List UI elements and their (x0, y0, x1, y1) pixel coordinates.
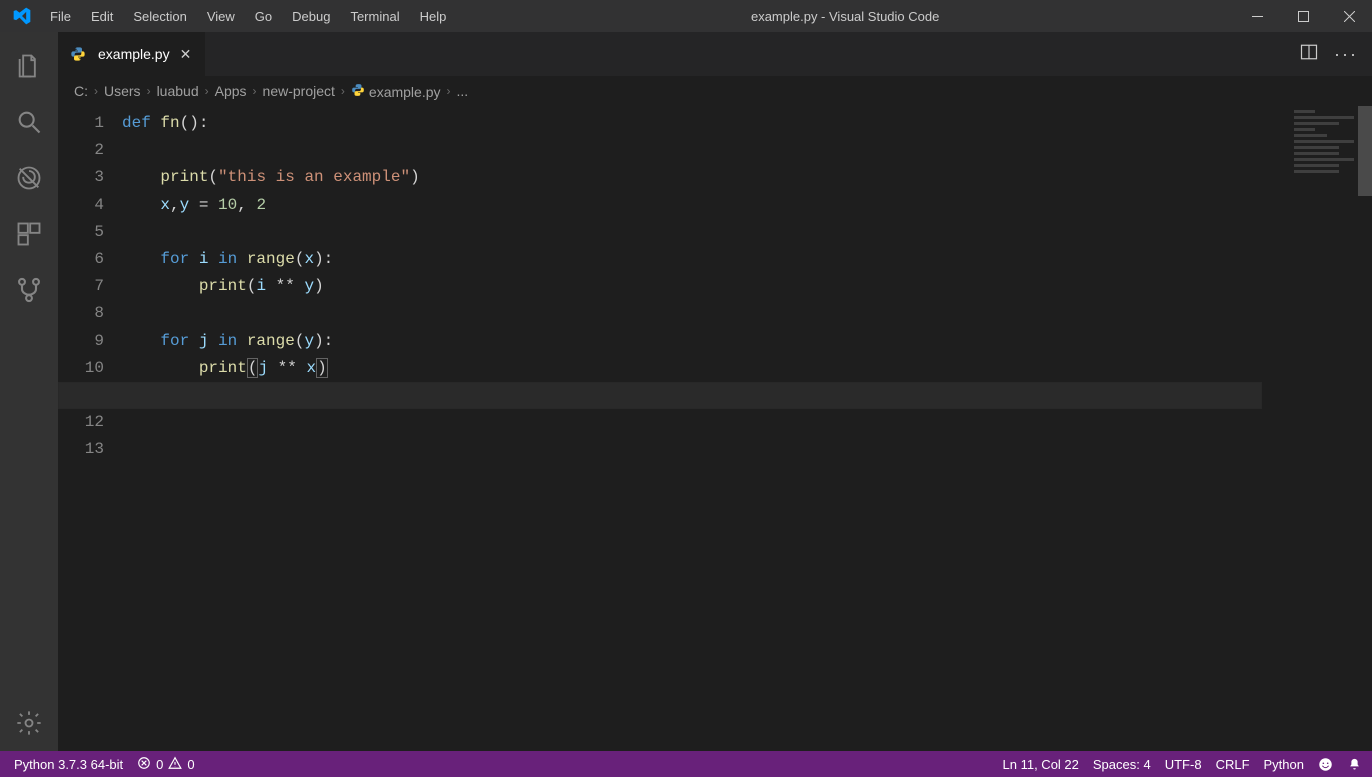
activity-bar (0, 32, 58, 751)
status-problems[interactable]: 0 0 (137, 756, 194, 773)
code-line[interactable]: for i in range(x): (122, 246, 1372, 273)
tab-close-icon[interactable]: ✕ (178, 46, 194, 63)
chevron-right-icon: › (205, 84, 209, 98)
menu-view[interactable]: View (197, 3, 245, 30)
breadcrumb-item[interactable]: ... (457, 83, 469, 99)
close-button[interactable] (1326, 0, 1372, 32)
breadcrumb-item[interactable]: example.py (351, 83, 441, 100)
menu-go[interactable]: Go (245, 3, 282, 30)
source-control-icon[interactable] (0, 262, 58, 318)
chevron-right-icon: › (94, 84, 98, 98)
code-line[interactable] (122, 219, 1372, 246)
line-number: 9 (58, 328, 104, 355)
minimap[interactable] (1294, 110, 1354, 240)
main: example.py ✕ ··· C: › Users › luabud › Apps › ne… (0, 32, 1372, 751)
warning-icon (168, 756, 182, 773)
scrollbar-thumb[interactable] (1358, 106, 1372, 196)
status-python-env[interactable]: Python 3.7.3 64-bit (14, 757, 123, 772)
line-number: 5 (58, 219, 104, 246)
menu-debug[interactable]: Debug (282, 3, 340, 30)
breadcrumbs[interactable]: C: › Users › luabud › Apps › new-project › example… (58, 76, 1372, 106)
breadcrumb-item[interactable]: Users (104, 83, 141, 99)
line-number: 7 (58, 273, 104, 300)
python-file-icon (70, 46, 86, 62)
line-number: 12 (58, 409, 104, 436)
code-line[interactable]: print("this is an example") (122, 164, 1372, 191)
debug-disabled-icon[interactable] (0, 150, 58, 206)
status-encoding[interactable]: UTF-8 (1165, 757, 1202, 772)
breadcrumb-item[interactable]: luabud (157, 83, 199, 99)
status-language[interactable]: Python (1264, 757, 1304, 772)
menu-help[interactable]: Help (410, 3, 457, 30)
window-controls (1234, 0, 1372, 32)
warning-count: 0 (187, 757, 194, 772)
menu-selection[interactable]: Selection (123, 3, 196, 30)
statusbar: Python 3.7.3 64-bit 0 0 Ln 11, Col 22 Sp… (0, 751, 1372, 777)
chevron-right-icon: › (447, 84, 451, 98)
code-line[interactable] (122, 137, 1372, 164)
code-content[interactable]: def fn(): print("this is an example") x,… (122, 106, 1372, 751)
search-icon[interactable] (0, 94, 58, 150)
error-icon (137, 756, 151, 773)
extensions-icon[interactable] (0, 206, 58, 262)
split-editor-icon[interactable] (1300, 43, 1318, 66)
status-bell-icon[interactable] (1347, 757, 1362, 772)
line-number: 2 (58, 137, 104, 164)
line-number: 11 (58, 382, 104, 409)
code-editor[interactable]: 12345678910111213 def fn(): print("this … (58, 106, 1372, 751)
editor-area: example.py ✕ ··· C: › Users › luabud › Apps › ne… (58, 32, 1372, 751)
vscode-logo-icon (8, 6, 36, 26)
code-line[interactable] (122, 382, 1372, 409)
tab-example-py[interactable]: example.py ✕ (58, 32, 206, 76)
chevron-right-icon: › (147, 84, 151, 98)
python-file-icon (351, 83, 365, 97)
error-count: 0 (156, 757, 163, 772)
line-number: 1 (58, 110, 104, 137)
code-line[interactable]: def fn(): (122, 110, 1372, 137)
minimize-button[interactable] (1234, 0, 1280, 32)
line-number: 4 (58, 192, 104, 219)
code-line[interactable]: for j in range(y): (122, 328, 1372, 355)
chevron-right-icon: › (253, 84, 257, 98)
python-env-label: Python 3.7.3 64-bit (14, 757, 123, 772)
line-number: 3 (58, 164, 104, 191)
code-line[interactable]: print(j ** x) (122, 355, 1372, 382)
breadcrumb-item[interactable]: new-project (263, 83, 335, 99)
menu-edit[interactable]: Edit (81, 3, 123, 30)
line-number: 8 (58, 300, 104, 327)
menu-file[interactable]: File (40, 3, 81, 30)
line-number: 13 (58, 436, 104, 463)
breadcrumb-item[interactable]: Apps (215, 83, 247, 99)
code-line[interactable]: print(i ** y) (122, 273, 1372, 300)
tab-label: example.py (98, 46, 170, 62)
menu-terminal[interactable]: Terminal (340, 3, 409, 30)
explorer-icon[interactable] (0, 38, 58, 94)
line-number: 6 (58, 246, 104, 273)
status-indent[interactable]: Spaces: 4 (1093, 757, 1151, 772)
window-title: example.py - Visual Studio Code (456, 9, 1234, 24)
code-line[interactable] (122, 409, 1372, 436)
code-line[interactable] (122, 300, 1372, 327)
status-feedback-icon[interactable] (1318, 757, 1333, 772)
tabs-row: example.py ✕ ··· (58, 32, 1372, 76)
status-eol[interactable]: CRLF (1216, 757, 1250, 772)
chevron-right-icon: › (341, 84, 345, 98)
line-number: 10 (58, 355, 104, 382)
code-line[interactable]: x,y = 10, 2 (122, 192, 1372, 219)
settings-gear-icon[interactable] (0, 695, 58, 751)
more-actions-icon[interactable]: ··· (1334, 44, 1358, 65)
line-gutter: 12345678910111213 (58, 106, 122, 751)
breadcrumb-item[interactable]: C: (74, 83, 88, 99)
titlebar: FileEditSelectionViewGoDebugTerminalHelp… (0, 0, 1372, 32)
maximize-button[interactable] (1280, 0, 1326, 32)
status-cursor-pos[interactable]: Ln 11, Col 22 (1003, 757, 1079, 772)
menubar: FileEditSelectionViewGoDebugTerminalHelp (40, 3, 456, 30)
